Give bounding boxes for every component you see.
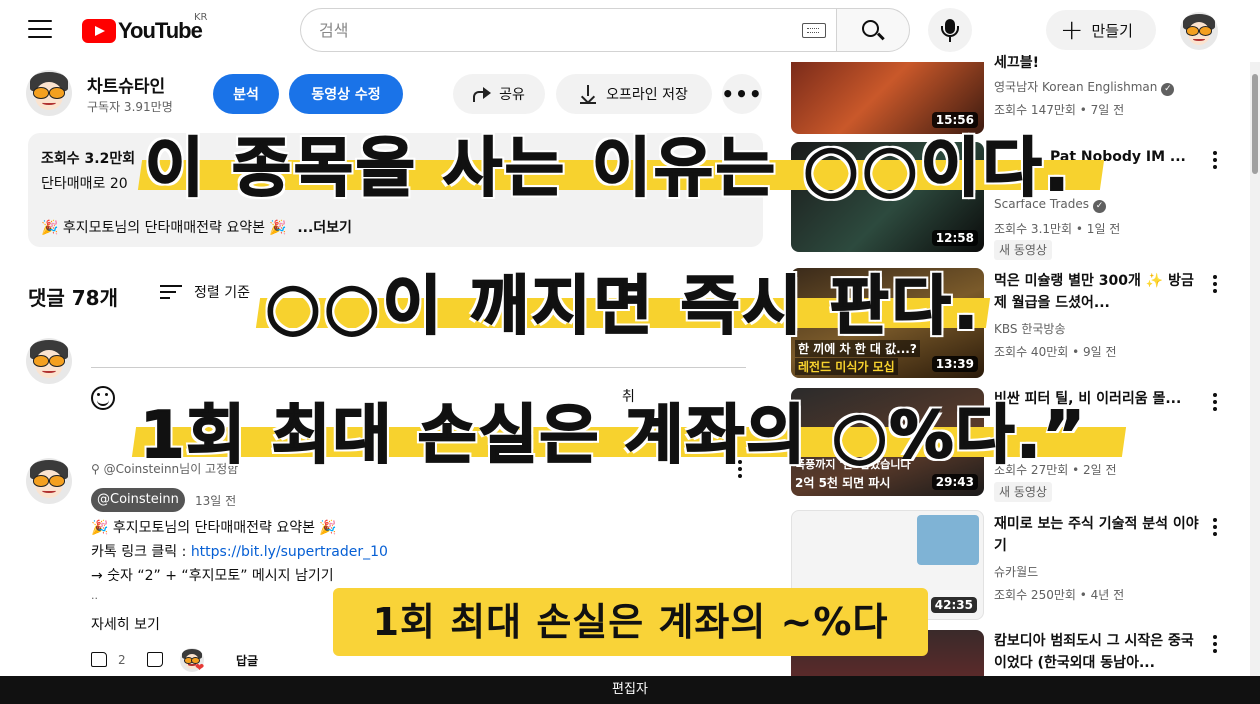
comment-time[interactable]: 13일 전	[195, 492, 236, 509]
comment-line-1: 🎉 후지모토님의 단타매매전략 요약본 🎉	[91, 520, 337, 536]
show-more-button[interactable]: ...더보기	[297, 220, 352, 236]
overlay-line-2: ○○이 깨지면 즉시 판다.	[264, 255, 981, 347]
sidebar-title-3-text: 먹은 미슐랭 별만 300개 ✨ 방금 제 월급을 드셨어...	[994, 273, 1194, 311]
comment-count: 댓글 78개	[28, 286, 118, 310]
sort-button[interactable]: 정렬 기준	[160, 282, 250, 302]
thumbnail-caption: 레전드 미식가 모십	[795, 358, 898, 375]
comment-line-4: ..	[91, 589, 98, 602]
overlay-text-1: 이 종목을 사는 이유는 ○○이다.	[144, 131, 1072, 207]
overlay-line-3: 1회 최대 손실은 계좌의 ○%다.”	[139, 384, 1087, 476]
comment-line-2-text: 카톡 링크 클릭 :	[91, 544, 191, 560]
sidebar-menu-icon[interactable]	[1213, 635, 1217, 653]
description-text: 단타매매로 20	[41, 176, 128, 192]
add-comment-input[interactable]	[91, 367, 746, 368]
comment-link[interactable]: https://bit.ly/supertrader_10	[191, 544, 388, 560]
sidebar-channel-1[interactable]: 영국남자 Korean Englishman ✓	[994, 78, 1175, 96]
search-bar	[300, 8, 910, 52]
description-summary-text: 🎉 후지모토님의 단타매매전략 요약본 🎉	[41, 220, 287, 236]
channel-avatar[interactable]	[26, 70, 72, 116]
logo-text: YouTube	[118, 18, 203, 43]
analytics-button[interactable]: 분석	[213, 74, 279, 114]
sidebar-menu-icon[interactable]	[1213, 518, 1217, 536]
duration-badge: 12:58	[931, 230, 978, 246]
thumbnail-caption: 2억 5천 되면 파시	[795, 476, 891, 490]
account-avatar[interactable]	[1180, 12, 1218, 50]
scrollbar[interactable]	[1250, 62, 1260, 676]
share-icon	[473, 87, 492, 102]
play-icon	[82, 19, 116, 43]
pin-icon: ⚲	[91, 462, 104, 476]
my-avatar	[26, 338, 72, 384]
search-button[interactable]	[836, 8, 910, 52]
plus-icon: +	[1060, 13, 1084, 46]
heart-icon: ❤	[195, 661, 205, 674]
duration-badge: 42:35	[930, 597, 977, 613]
scrollbar-thumb[interactable]	[1252, 74, 1258, 174]
sidebar-meta-5: 조회수 250만회 • 4년 전	[994, 588, 1125, 602]
thumbs-up-icon[interactable]	[91, 652, 107, 667]
sidebar-channel-name-1: 영국남자 Korean Englishman	[994, 80, 1158, 94]
sidebar-title-1[interactable]: 세끄블!	[994, 52, 1199, 74]
description-summary: 🎉 후지모토님의 단타매매전략 요약본 🎉 ...더보기	[41, 217, 352, 237]
duration-badge: 13:39	[931, 356, 978, 372]
more-horizontal-icon: •••	[721, 82, 763, 106]
voice-search-button[interactable]	[928, 8, 972, 52]
commenter-avatar[interactable]	[26, 458, 72, 504]
search-icon	[862, 20, 879, 37]
sidebar-title-5[interactable]: 재미로 보는 주식 기술적 분석 이야기	[994, 513, 1199, 557]
country-code: KR	[194, 12, 208, 23]
new-video-badge: 새 동영상	[994, 482, 1052, 502]
offline-label: 오프라인 저장	[606, 87, 688, 103]
like-count: 2	[118, 653, 126, 667]
menu-icon[interactable]	[28, 20, 52, 40]
offline-save-button[interactable]: 오프라인 저장	[556, 74, 712, 114]
channel-name[interactable]: 차트슈타인	[87, 72, 165, 97]
overlay-text-3: 1회 최대 손실은 계좌의 ○%다.”	[139, 398, 1087, 474]
sort-icon	[160, 284, 182, 300]
comment-line-2: 카톡 링크 클릭 : https://bit.ly/supertrader_10	[91, 541, 388, 561]
subtitle-caption: 1회 최대 손실은 계좌의 ~%다	[333, 588, 928, 656]
verified-icon: ✓	[1161, 83, 1175, 96]
sidebar-menu-icon[interactable]	[1213, 151, 1217, 169]
share-button[interactable]: 공유	[453, 74, 545, 114]
sort-label: 정렬 기준	[194, 285, 250, 301]
duration-badge: 29:43	[931, 474, 978, 490]
overlay-line-1: 이 종목을 사는 이유는 ○○이다.	[144, 117, 1072, 209]
more-actions-button[interactable]: •••	[721, 74, 763, 114]
thumbnail-illustration	[917, 515, 979, 565]
edit-video-button[interactable]: 동영상 수정	[289, 74, 403, 114]
sidebar-channel-3[interactable]: KBS 한국방송	[994, 320, 1065, 337]
create-label: 만들기	[1091, 21, 1133, 40]
new-video-badge: 새 동영상	[994, 240, 1052, 260]
sidebar-meta-1: 조회수 147만회 • 7일 전	[994, 103, 1125, 117]
sidebar-channel-5[interactable]: 슈카월드	[994, 563, 1038, 580]
create-button[interactable]: + 만들기	[1046, 10, 1156, 50]
share-label: 공유	[499, 87, 525, 103]
comment-line-3: → 숫자 “2” + “후지모토” 메시지 남기기	[91, 568, 334, 584]
read-more-button[interactable]: 자세히 보기	[91, 614, 160, 634]
sidebar-menu-icon[interactable]	[1213, 275, 1217, 293]
description-views: 조회수 3.2만회	[41, 151, 136, 167]
sidebar-menu-icon[interactable]	[1213, 393, 1217, 411]
keyboard-icon[interactable]	[802, 23, 826, 38]
overlay-text-2: ○○이 깨지면 즉시 판다.	[264, 269, 981, 345]
comment-author[interactable]: @Coinsteinn	[91, 488, 185, 512]
reply-button[interactable]: 답글	[236, 652, 258, 669]
editor-bar: 편집자	[0, 676, 1260, 704]
thumbs-down-icon[interactable]	[147, 652, 163, 667]
sidebar-title-3[interactable]: 먹은 미슐랭 별만 300개 ✨ 방금 제 월급을 드셨어...	[994, 270, 1199, 314]
download-icon	[580, 85, 597, 104]
sidebar-meta-2: 조회수 3.1만회 • 1일 전	[994, 222, 1121, 236]
emoji-icon[interactable]	[91, 386, 115, 410]
youtube-logo[interactable]: YouTube KR	[82, 12, 208, 44]
verified-icon: ✓	[1092, 200, 1106, 213]
subscriber-count: 구독자 3.91만명	[87, 100, 173, 114]
sidebar-title-6[interactable]: 캄보디아 범죄도시 그 시작은 중국이었다 (한국외대 동남아...	[994, 630, 1199, 674]
sidebar-meta-3: 조회수 40만회 • 9일 전	[994, 345, 1117, 359]
search-input[interactable]	[300, 8, 836, 52]
